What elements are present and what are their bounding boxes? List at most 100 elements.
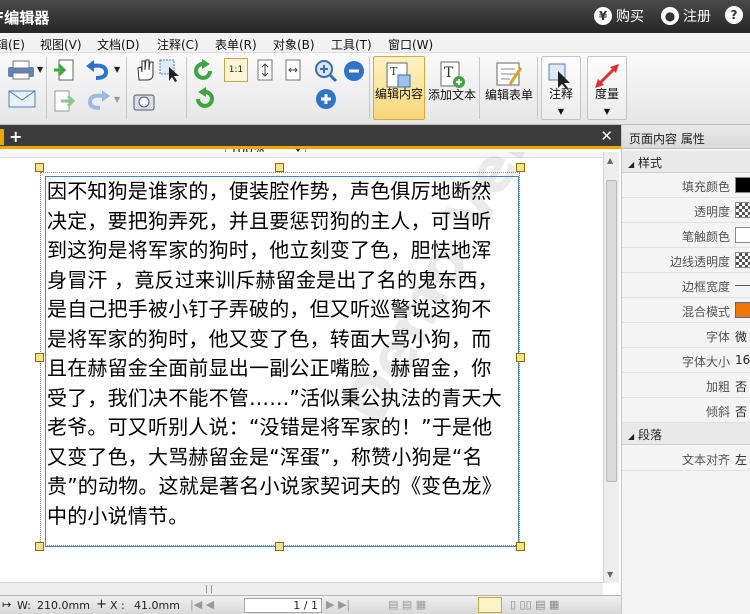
redo-icon[interactable]: [84, 90, 112, 110]
resize-handle[interactable]: [35, 353, 44, 362]
document-canvas[interactable]: Demo Version 因不知狗是谁家的，便装腔作势，声色俱厉地断然决定，要把…: [0, 152, 603, 582]
help-icon: ?: [725, 6, 743, 24]
buy-button[interactable]: ¥ 购买: [594, 6, 644, 26]
new-tab-icon[interactable]: +: [9, 127, 22, 146]
menu-form[interactable]: 表单(R): [215, 36, 257, 53]
property-value[interactable]: 否: [735, 403, 747, 420]
vertical-scrollbar[interactable]: ▲ ▼: [603, 152, 619, 583]
blend-mode-swatch[interactable]: [735, 302, 750, 318]
width-label: W:: [17, 599, 31, 612]
resize-handle[interactable]: [516, 542, 525, 551]
property-value[interactable]: 微: [735, 328, 747, 345]
resize-handle[interactable]: [516, 163, 525, 172]
property-row[interactable]: 笔触颜色: [622, 223, 750, 248]
property-row[interactable]: 混合模式: [622, 298, 750, 323]
add-text-label: 添加文本: [427, 88, 476, 102]
page-number-input[interactable]: 1 / 1: [244, 598, 322, 613]
email-icon[interactable]: [8, 89, 36, 109]
stroke-width-line[interactable]: [735, 285, 750, 286]
svg-text:T: T: [390, 65, 398, 78]
comment-button[interactable]: 注释 ▼: [541, 56, 581, 120]
property-row[interactable]: 倾斜否: [622, 398, 750, 423]
property-row[interactable]: 填充颜色: [622, 173, 750, 198]
close-icon[interactable]: ✕: [600, 127, 613, 145]
zoom-in-icon[interactable]: [314, 59, 338, 83]
fit-page-icon[interactable]: [253, 58, 277, 82]
property-value[interactable]: 16: [735, 353, 750, 367]
fit-width-icon[interactable]: [281, 58, 305, 82]
menu-view[interactable]: 视图(V): [40, 36, 82, 53]
resize-handle[interactable]: [275, 542, 284, 551]
zoom-out-icon[interactable]: [342, 59, 366, 83]
first-page-icon[interactable]: |◀ ◀: [190, 598, 214, 611]
scroll-down-icon[interactable]: ▼: [607, 570, 613, 579]
resize-handle[interactable]: [275, 163, 284, 172]
chevron-down-icon[interactable]: ▼: [37, 65, 43, 74]
menu-comment[interactable]: 注释(C): [157, 36, 199, 53]
menu-edit[interactable]: 辑(E): [0, 36, 25, 53]
rotate-ccw-icon[interactable]: [192, 87, 216, 111]
property-value[interactable]: 否: [735, 378, 747, 395]
resize-handle[interactable]: [516, 353, 525, 362]
edit-form-button[interactable]: 编辑表单: [483, 56, 535, 120]
actual-size-button[interactable]: 1:1: [224, 58, 248, 82]
property-row[interactable]: 边线透明度: [622, 248, 750, 273]
property-row[interactable]: 文本对齐左: [622, 446, 750, 471]
zoom-plus-icon[interactable]: [314, 87, 338, 111]
import-icon[interactable]: [53, 59, 75, 83]
style-section-label: 样式: [637, 156, 662, 170]
next-page-icon[interactable]: ▶ ▶|: [326, 598, 350, 611]
horizontal-scrollbar[interactable]: [0, 582, 603, 595]
view-mode-icons[interactable]: ▯ ▯▯ ▤ ▦: [510, 598, 559, 611]
property-key: 边线透明度: [669, 255, 730, 269]
property-key: 笔触颜色: [681, 230, 730, 244]
opacity-swatch[interactable]: [735, 202, 750, 218]
menu-object[interactable]: 对象(B): [273, 36, 315, 53]
property-row[interactable]: 透明度: [622, 198, 750, 223]
body-text[interactable]: 因不知狗是谁家的，便装腔作势，声色俱厉地断然决定，要把狗弄死，并且要惩罚狗的主人…: [47, 177, 509, 531]
edit-content-button[interactable]: T 编辑内容: [373, 56, 425, 120]
chevron-down-icon[interactable]: ▼: [114, 95, 120, 104]
register-button[interactable]: ● 注册: [661, 6, 711, 26]
property-value[interactable]: 左: [735, 451, 747, 468]
resize-handle[interactable]: [35, 542, 44, 551]
scroll-grip-icon[interactable]: [206, 585, 212, 593]
help-button[interactable]: ?: [725, 6, 743, 24]
measure-button[interactable]: 度量 ▼: [587, 56, 627, 120]
menu-document[interactable]: 文档(D): [97, 36, 140, 53]
select-tool-icon[interactable]: [158, 58, 182, 82]
menu-window[interactable]: 窗口(W): [388, 36, 433, 53]
collapse-icon: ◢: [628, 160, 635, 169]
single-page-view-button[interactable]: [478, 597, 502, 613]
measure-label: 度量: [594, 87, 619, 101]
fill-color-swatch[interactable]: [735, 177, 750, 193]
style-section[interactable]: ◢ 样式: [622, 151, 750, 173]
page-tools-icon[interactable]: ▤ ▤ ▦: [388, 598, 426, 611]
panel-header: 页面内容 属性: [622, 125, 750, 149]
scroll-thumb[interactable]: [606, 180, 617, 482]
hand-tool-icon[interactable]: [134, 58, 156, 82]
print-icon[interactable]: [6, 59, 36, 81]
property-row[interactable]: 字体大小 16: [622, 348, 750, 373]
add-text-button[interactable]: T 添加文本: [427, 56, 477, 120]
rotate-cw-icon[interactable]: [192, 59, 216, 83]
x-label: X :: [110, 599, 125, 612]
snapshot-icon[interactable]: [132, 90, 156, 112]
resize-handle[interactable]: [35, 163, 44, 172]
stroke-color-swatch[interactable]: [735, 227, 750, 243]
paragraph-section[interactable]: ◢ 段落: [622, 423, 750, 445]
active-tab-edge[interactable]: [0, 129, 4, 145]
chevron-down-icon[interactable]: ▼: [114, 65, 120, 74]
scroll-up-icon[interactable]: ▲: [607, 156, 613, 165]
divider: [186, 57, 187, 119]
property-row[interactable]: 字体微: [622, 323, 750, 348]
chevron-down-icon: ▼: [557, 107, 565, 116]
divider: [369, 57, 370, 119]
undo-icon[interactable]: [84, 60, 112, 80]
app-title: F编辑器: [0, 9, 50, 27]
property-row[interactable]: 边框宽度: [622, 273, 750, 298]
property-row[interactable]: 加粗否: [622, 373, 750, 398]
export-icon[interactable]: [53, 90, 75, 114]
stroke-opacity-swatch[interactable]: [735, 252, 750, 268]
menu-tools[interactable]: 工具(T): [331, 36, 372, 53]
